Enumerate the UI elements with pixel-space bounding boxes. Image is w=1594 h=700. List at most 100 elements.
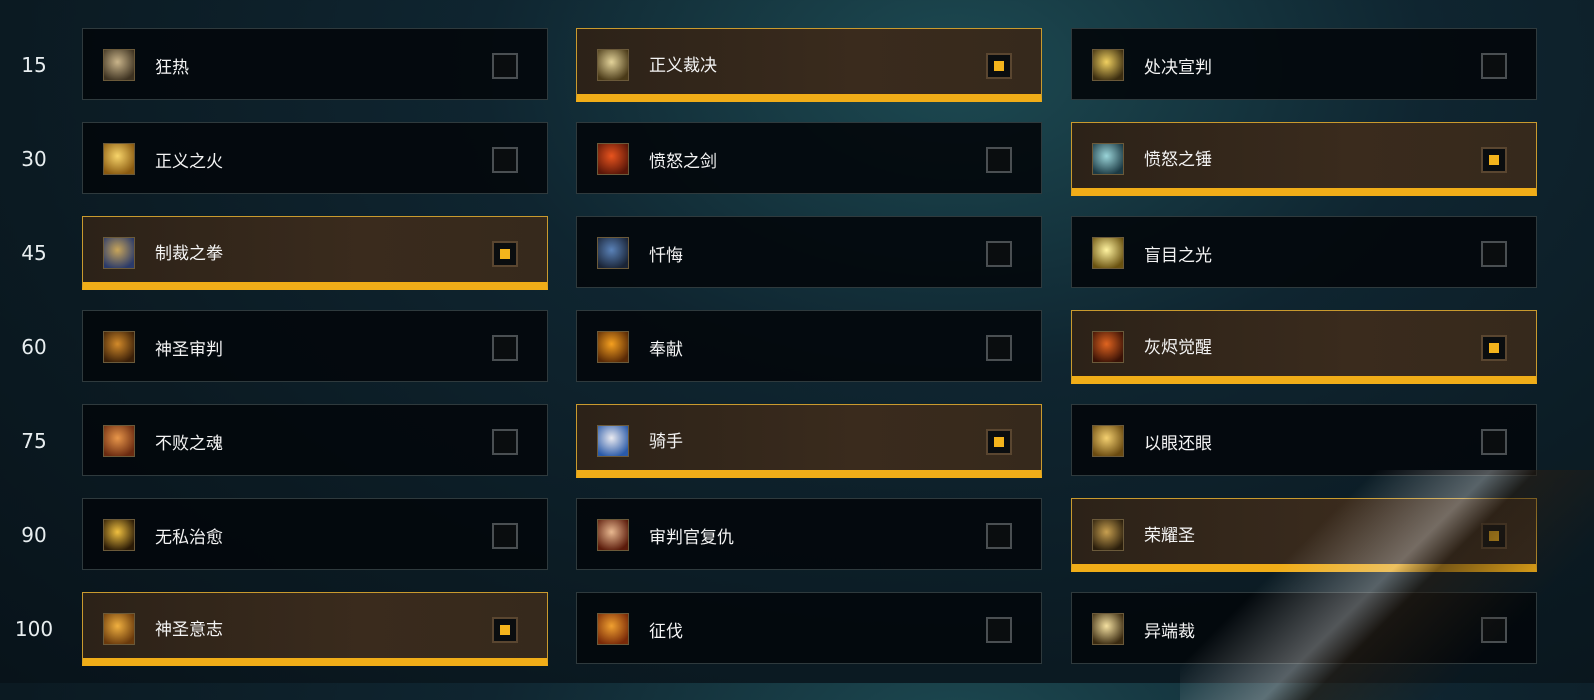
talent-checkbox[interactable]: [492, 335, 518, 361]
cavalier-icon: [597, 425, 629, 457]
consecration-icon: [597, 331, 629, 363]
talent-checkbox[interactable]: [492, 147, 518, 173]
justicars-vengeance-icon: [597, 519, 629, 551]
talent-name: 征伐: [649, 621, 683, 642]
talent-name: 盲目之光: [1144, 245, 1212, 266]
talent-row: 15 狂热 正义裁决 处决宣判: [0, 28, 1594, 122]
talent-checkbox[interactable]: [986, 53, 1012, 79]
talent-checkbox[interactable]: [1481, 429, 1507, 455]
talent-name: 无私治愈: [155, 527, 223, 548]
talent-row: 30 正义之火 愤怒之剑 愤怒之锤: [0, 122, 1594, 216]
level-label: 90: [21, 523, 47, 547]
selected-indicator: [994, 437, 1004, 447]
selected-indicator: [1489, 155, 1499, 165]
talent-row: 60 神圣审判 奉献 灰烬觉醒: [0, 310, 1594, 404]
eye-for-an-eye-icon: [1092, 425, 1124, 457]
execution-sentence-icon: [1092, 49, 1124, 81]
talent-name: 制裁之拳: [155, 243, 223, 264]
talent-row: 75 不败之魂 骑手 以眼还眼: [0, 404, 1594, 498]
talent-name: 神圣意志: [155, 619, 223, 640]
talent-option[interactable]: 以眼还眼: [1071, 404, 1537, 476]
talent-checkbox[interactable]: [492, 523, 518, 549]
fires-of-justice-icon: [103, 143, 135, 175]
talent-name: 以眼还眼: [1144, 433, 1212, 454]
word-of-glory-icon: [1092, 519, 1124, 551]
talent-name: 忏悔: [649, 245, 683, 266]
level-label: 45: [21, 241, 47, 265]
talent-row: 90 无私治愈 审判官复仇 荣耀圣: [0, 498, 1594, 592]
talent-name: 骑手: [649, 431, 683, 452]
talent-option[interactable]: 骑手: [576, 404, 1042, 478]
talent-option[interactable]: 异端裁: [1071, 592, 1537, 664]
talent-option[interactable]: 忏悔: [576, 216, 1042, 288]
talent-name: 正义裁决: [649, 55, 717, 76]
talent-option[interactable]: 处决宣判: [1071, 28, 1537, 100]
talent-checkbox[interactable]: [1481, 241, 1507, 267]
unbreakable-spirit-icon: [103, 425, 135, 457]
talent-option[interactable]: 不败之魂: [82, 404, 548, 476]
blade-of-wrath-icon: [597, 143, 629, 175]
talent-checkbox[interactable]: [1481, 617, 1507, 643]
talent-checkbox[interactable]: [492, 53, 518, 79]
divine-purpose-icon: [103, 613, 135, 645]
talent-option[interactable]: 无私治愈: [82, 498, 548, 570]
talent-checkbox[interactable]: [986, 147, 1012, 173]
talent-name: 审判官复仇: [649, 527, 734, 548]
talent-option[interactable]: 审判官复仇: [576, 498, 1042, 570]
talent-checkbox[interactable]: [986, 241, 1012, 267]
fist-of-justice-icon: [103, 237, 135, 269]
talent-checkbox[interactable]: [1481, 523, 1507, 549]
talent-checkbox[interactable]: [492, 617, 518, 643]
talent-option[interactable]: 征伐: [576, 592, 1042, 664]
talent-checkbox[interactable]: [492, 429, 518, 455]
talent-option[interactable]: 正义之火: [82, 122, 548, 194]
talent-checkbox[interactable]: [986, 617, 1012, 643]
talent-checkbox[interactable]: [1481, 335, 1507, 361]
talent-checkbox[interactable]: [986, 335, 1012, 361]
blinding-light-icon: [1092, 237, 1124, 269]
hammer-of-wrath-icon: [1092, 143, 1124, 175]
talent-option[interactable]: 盲目之光: [1071, 216, 1537, 288]
talent-option[interactable]: 愤怒之剑: [576, 122, 1042, 194]
talent-name: 荣耀圣: [1144, 525, 1195, 546]
talent-option[interactable]: 灰烬觉醒: [1071, 310, 1537, 384]
talent-option[interactable]: 神圣审判: [82, 310, 548, 382]
talent-name: 处决宣判: [1144, 57, 1212, 78]
talent-row: 45 制裁之拳 忏悔 盲目之光: [0, 216, 1594, 310]
talent-checkbox[interactable]: [986, 523, 1012, 549]
level-label: 60: [21, 335, 47, 359]
inquisition-icon: [1092, 613, 1124, 645]
talent-checkbox[interactable]: [986, 429, 1012, 455]
level-label: 15: [21, 53, 47, 77]
selected-indicator: [1489, 531, 1499, 541]
divine-judgment-icon: [103, 331, 135, 363]
selected-indicator: [994, 61, 1004, 71]
talent-name: 愤怒之锤: [1144, 149, 1212, 170]
talent-name: 正义之火: [155, 151, 223, 172]
zeal-icon: [103, 49, 135, 81]
talent-grid: 15 狂热 正义裁决 处决宣判 30 正义之火 愤怒之剑 愤怒之锤 45 制裁之拳 忏悔 盲目之光 60…: [0, 28, 1594, 686]
talent-option[interactable]: 奉献: [576, 310, 1042, 382]
wake-of-ashes-icon: [1092, 331, 1124, 363]
talent-checkbox[interactable]: [1481, 53, 1507, 79]
talent-name: 神圣审判: [155, 339, 223, 360]
talent-option[interactable]: 愤怒之锤: [1071, 122, 1537, 196]
talent-option[interactable]: 荣耀圣: [1071, 498, 1537, 572]
level-label: 100: [14, 617, 54, 641]
talent-checkbox[interactable]: [492, 241, 518, 267]
talent-name: 狂热: [155, 57, 189, 78]
talent-name: 不败之魂: [155, 433, 223, 454]
talent-option[interactable]: 制裁之拳: [82, 216, 548, 290]
level-label: 30: [21, 147, 47, 171]
talent-name: 奉献: [649, 339, 683, 360]
talent-option[interactable]: 狂热: [82, 28, 548, 100]
selfless-healer-icon: [103, 519, 135, 551]
talent-option[interactable]: 正义裁决: [576, 28, 1042, 102]
repentance-icon: [597, 237, 629, 269]
selected-indicator: [1489, 343, 1499, 353]
selected-indicator: [500, 249, 510, 259]
talent-checkbox[interactable]: [1481, 147, 1507, 173]
crusade-icon: [597, 613, 629, 645]
talent-option[interactable]: 神圣意志: [82, 592, 548, 666]
talent-name: 灰烬觉醒: [1144, 337, 1212, 358]
